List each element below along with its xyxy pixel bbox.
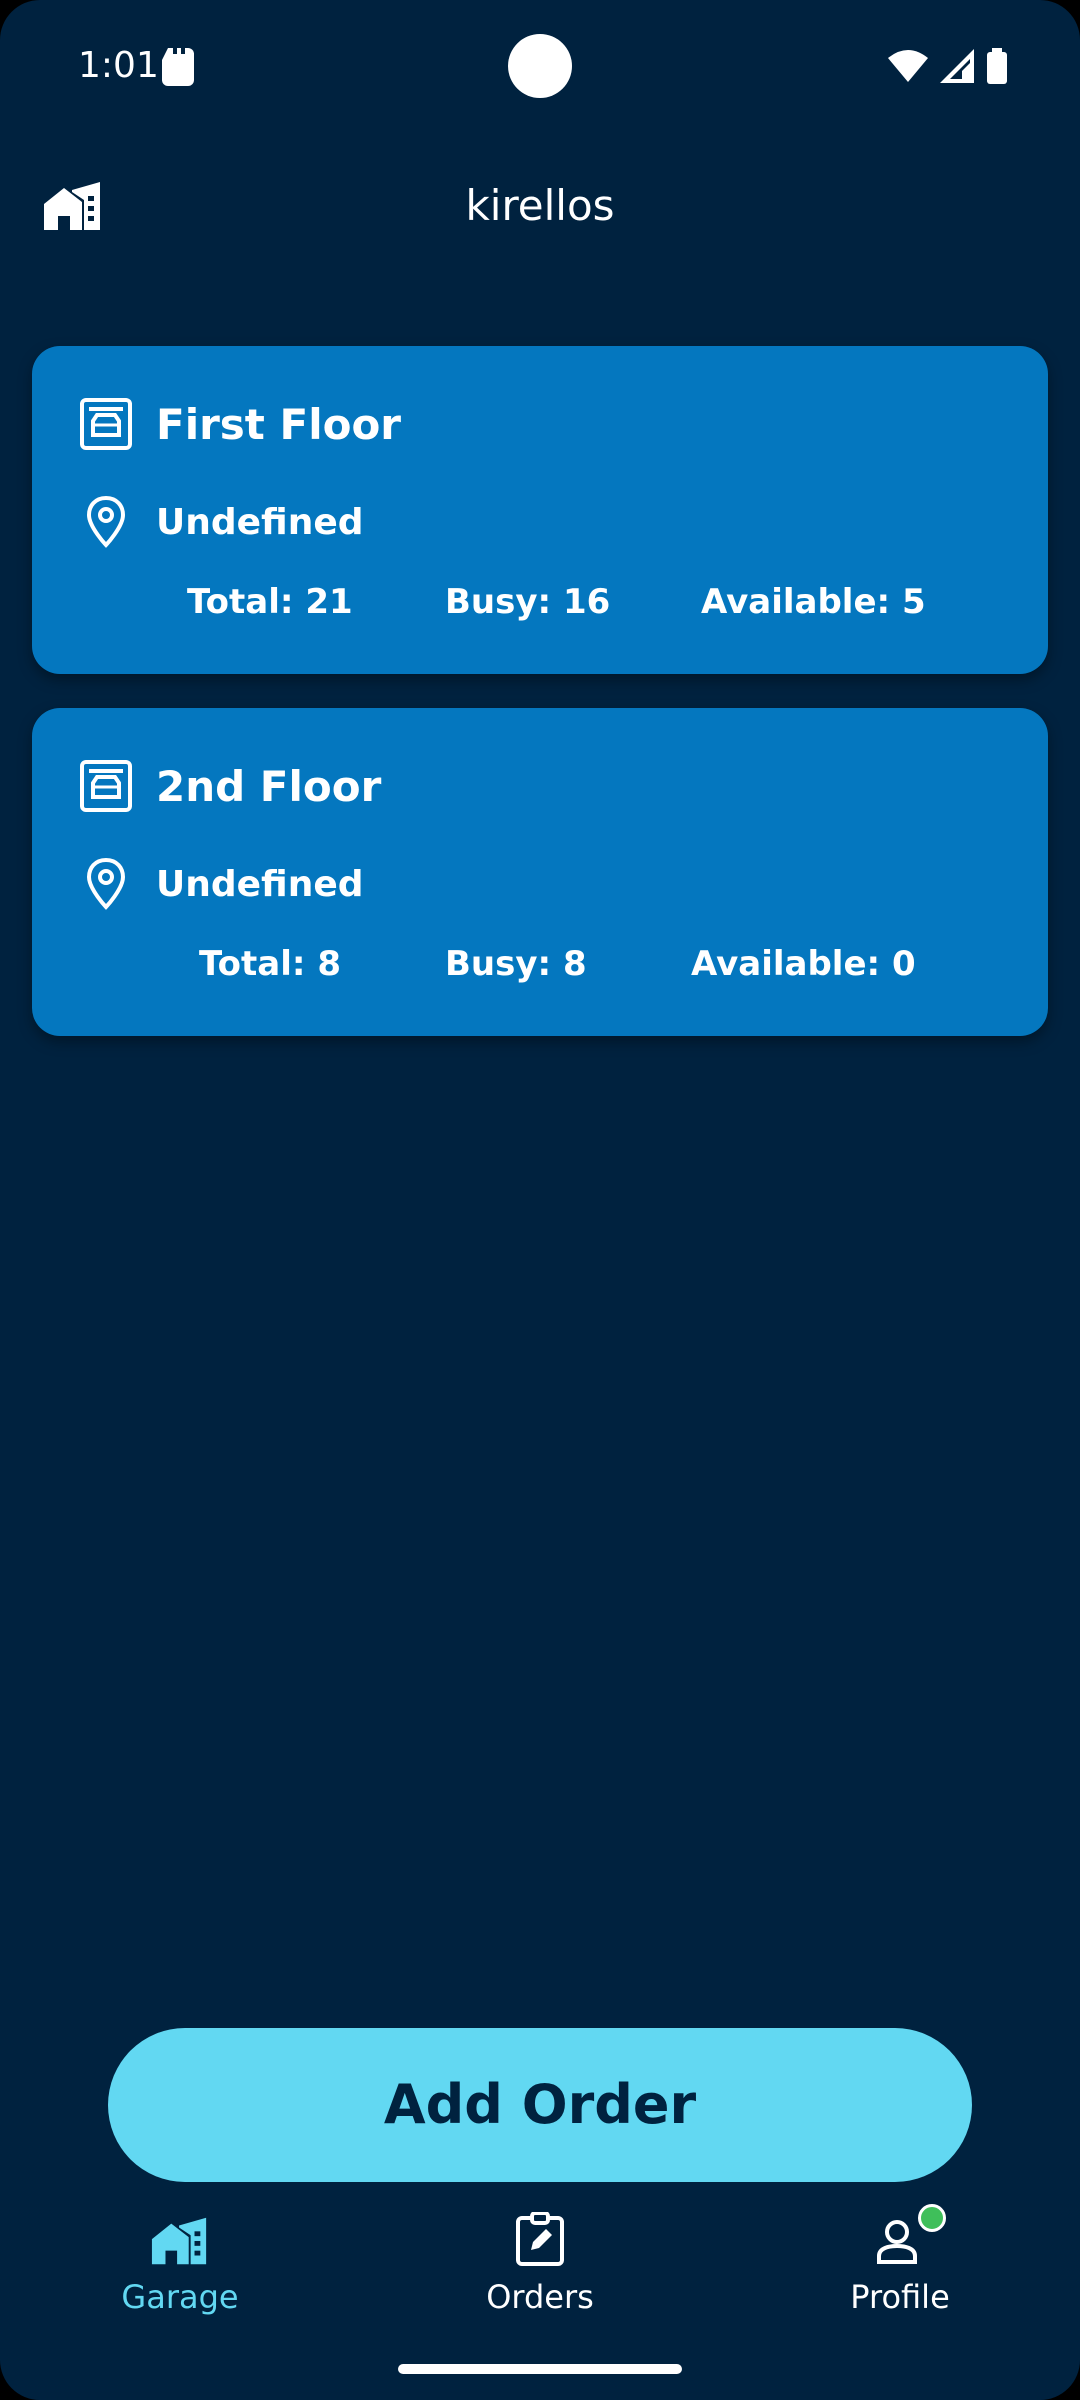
floor-name: 2nd Floor	[156, 761, 382, 811]
nav-item-profile[interactable]: Profile	[780, 2200, 1020, 2316]
home-indicator	[398, 2364, 682, 2374]
floor-location-row: Undefined	[76, 854, 364, 914]
stat-total: Total: 8	[199, 944, 341, 984]
stat-available: Available: 5	[701, 582, 926, 622]
garage-car-icon	[76, 756, 136, 816]
app-title: kirellos	[465, 181, 615, 230]
status-time: 1:01	[78, 45, 159, 86]
nav-item-garage[interactable]: Garage	[60, 2200, 300, 2316]
garage-icon	[60, 2200, 300, 2266]
stat-total: Total: 21	[187, 582, 353, 622]
stat-busy: Busy: 8	[445, 944, 587, 984]
bottom-navigation: Garage Orders Profile	[0, 2200, 1080, 2340]
stat-busy: Busy: 16	[445, 582, 611, 622]
status-bar: 1:01	[0, 0, 1080, 130]
floor-card[interactable]: First Floor Undefined Total: 21 Busy: 16…	[32, 346, 1048, 674]
nav-label-profile: Profile	[850, 2278, 950, 2316]
floor-name: First Floor	[156, 399, 402, 449]
floor-stats: Total: 8 Busy: 8 Available: 0	[32, 944, 1048, 994]
location-pin-icon	[76, 492, 136, 552]
location-pin-icon	[76, 854, 136, 914]
add-order-button[interactable]: Add Order	[108, 2028, 972, 2182]
stat-available: Available: 0	[691, 944, 916, 984]
app-screen: 1:01 kirellos First Floor Undefined Tota…	[0, 0, 1080, 2400]
profile-icon	[780, 2200, 1020, 2266]
floor-name-row: 2nd Floor	[76, 756, 381, 816]
nav-item-orders[interactable]: Orders	[420, 2200, 660, 2316]
notification-dot	[918, 2204, 946, 2232]
floor-card[interactable]: 2nd Floor Undefined Total: 8 Busy: 8 Ava…	[32, 708, 1048, 1036]
camera-cutout	[508, 34, 572, 98]
floor-location-row: Undefined	[76, 492, 364, 552]
floor-location: Undefined	[156, 501, 364, 543]
status-icons	[888, 48, 1008, 88]
cell-signal-icon	[940, 49, 974, 87]
floor-location: Undefined	[156, 863, 364, 905]
nav-label-garage: Garage	[121, 2278, 239, 2316]
wifi-icon	[888, 50, 928, 86]
clipboard-edit-icon	[420, 2200, 660, 2266]
sd-card-icon	[158, 46, 198, 90]
garage-car-icon	[76, 394, 136, 454]
battery-icon	[986, 48, 1008, 88]
floor-name-row: First Floor	[76, 394, 401, 454]
top-app-bar: kirellos	[0, 150, 1080, 260]
floor-stats: Total: 21 Busy: 16 Available: 5	[32, 582, 1048, 632]
nav-label-orders: Orders	[486, 2278, 594, 2316]
